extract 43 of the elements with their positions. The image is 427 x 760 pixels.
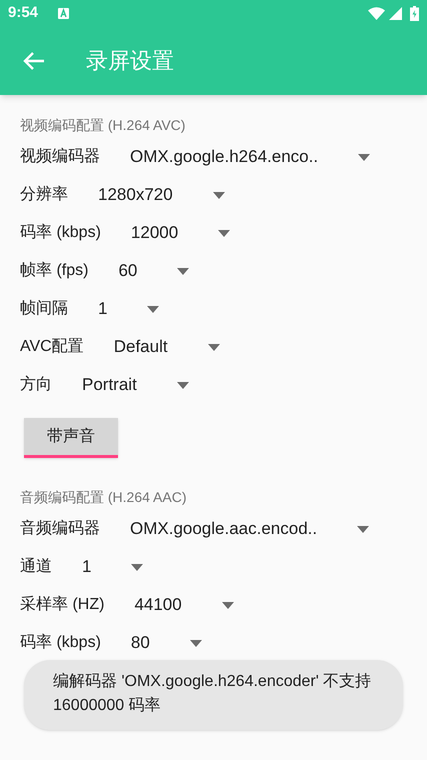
dropdown[interactable]: OMX.google.h264.enco.. [130,140,370,174]
setting-label: 方向 [20,374,52,395]
dropdown[interactable]: 1 [98,292,160,326]
dropdown[interactable]: 12000 [130,216,230,250]
dropdown[interactable]: 44100 [134,588,234,622]
dropdown-caret-icon [208,344,220,350]
dropdown[interactable]: Portrait [82,368,189,402]
battery-icon [410,6,419,20]
section-title: 音频编码配置 (H.264 AAC) [19,488,188,507]
dropdown-caret-icon [222,602,234,608]
dropdown-caret-icon [177,268,190,274]
setting-label: 帧率 (fps) [20,260,88,281]
dropdown-caret-icon [358,154,370,160]
setting-label: 音频编码器 [20,518,100,539]
status-time: 9:54 [8,2,38,23]
dropdown[interactable]: 80 [130,626,202,660]
dropdown[interactable]: 1 [82,550,144,584]
setting-label: 通道 [20,556,52,577]
setting-label: AVC配置 [20,337,84,357]
setting-label: 采样率 (HZ) [20,594,104,615]
dropdown[interactable]: 60 [118,254,190,288]
notification-icon [58,8,70,18]
setting-label: 分辨率 [20,184,68,205]
setting-label: 码率 (kbps) [20,222,101,243]
dropdown-caret-icon [131,564,144,570]
dropdown-caret-icon [190,640,202,646]
setting-label: 码率 (kbps) [20,632,101,653]
dropdown[interactable]: Default [114,330,220,364]
dropdown[interactable]: OMX.google.aac.encod.. [130,512,370,546]
setting-label: 帧间隔 [20,298,68,319]
signal-icon [389,6,402,20]
sound-toggle-button[interactable]: 带声音 [24,418,118,458]
dropdown-caret-icon [212,192,225,198]
dropdown-caret-icon [176,382,189,388]
toast-message: 编解码器 'OMX.google.h264.encoder' 不支持 16000000 码率 [24,660,403,730]
dropdown-caret-icon [218,230,230,236]
app-bar-title: 录屏设置 [86,47,174,75]
wifi-icon [368,6,385,20]
dropdown[interactable]: 1280x720 [98,178,225,212]
section-title: 视频编码配置 (H.264 AVC) [19,116,186,135]
dropdown-caret-icon [357,526,370,532]
dropdown-caret-icon [147,306,160,312]
setting-label: 视频编码器 [20,146,100,167]
